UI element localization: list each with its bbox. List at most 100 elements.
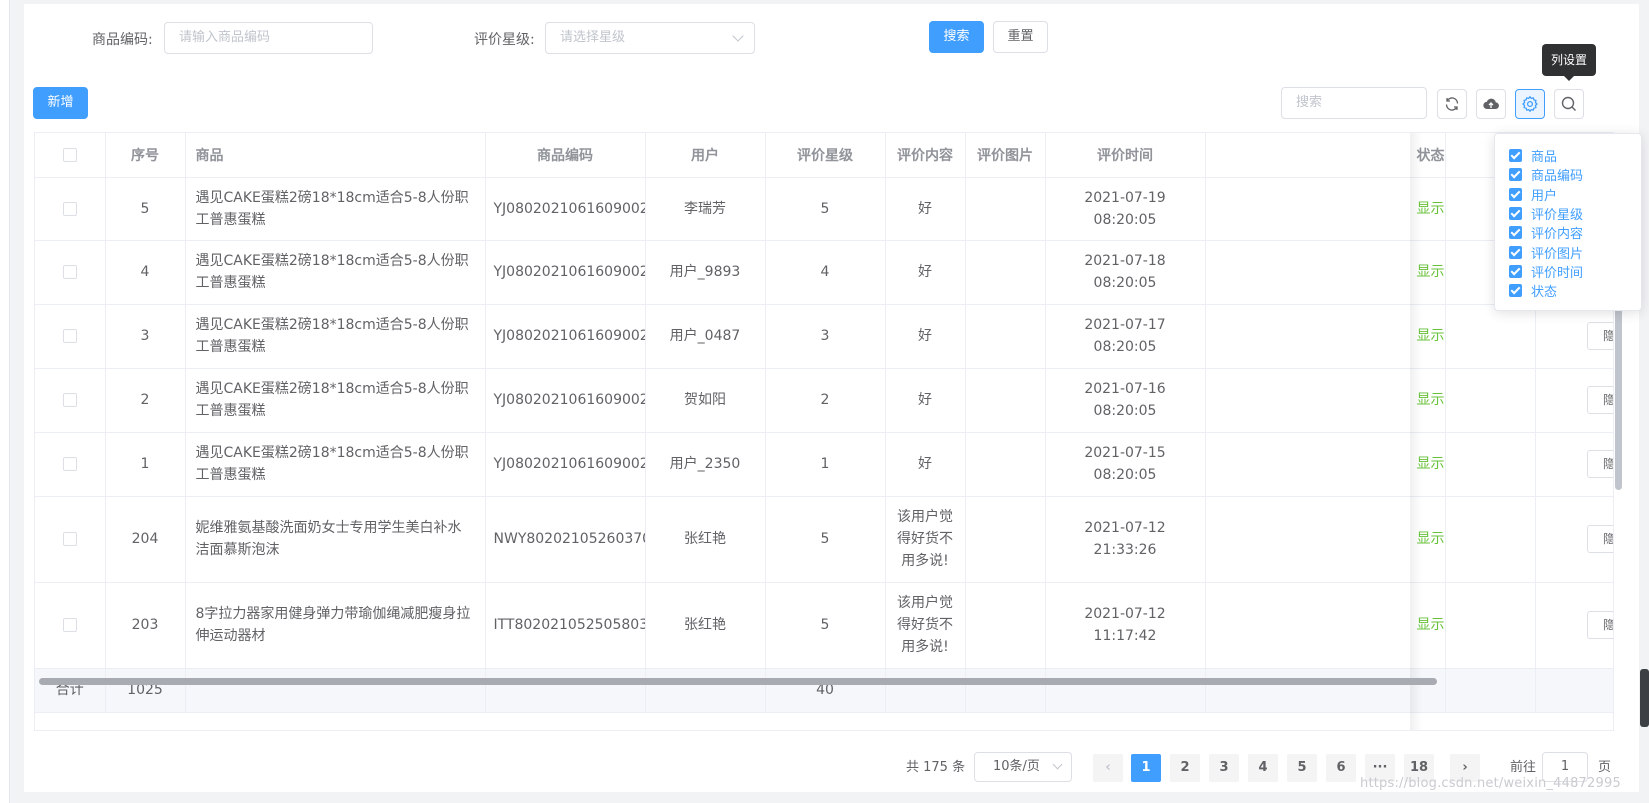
cell-product: 遇见CAKE蛋糕2磅18*18cm适合5-8人份职工普惠蛋糕: [185, 304, 486, 369]
add-button[interactable]: 新增: [33, 87, 88, 119]
cell-status: 显示: [1205, 240, 1446, 305]
left-strip: [0, 0, 10, 803]
row-select-cell[interactable]: [35, 177, 106, 241]
table-row[interactable]: 3 遇见CAKE蛋糕2磅18*18cm适合5-8人份职工普惠蛋糕 YJ0802021…: [35, 304, 1613, 369]
checkbox-checked-icon[interactable]: [1509, 168, 1522, 182]
cell-user: 张红艳: [645, 496, 766, 583]
table-row[interactable]: 204 妮维雅氨基酸洗面奶女士专用学生美白补水洁面慕斯泡沫 NWY802021052…: [35, 496, 1613, 583]
page-size-value: 10条/页: [993, 759, 1040, 774]
select-all-cell[interactable]: [35, 133, 106, 178]
column-toggle-item[interactable]: 评价内容: [1509, 223, 1641, 242]
row-select-cell[interactable]: [35, 304, 106, 369]
cell-user: 贺如阳: [645, 368, 766, 433]
cell-no: 203: [105, 582, 186, 669]
row-checkbox[interactable]: [62, 393, 77, 407]
cell-status: 显示: [1205, 432, 1446, 497]
summary-empty: [885, 668, 966, 713]
table-row[interactable]: 203 8字拉力器家用健身弹力带瑜伽绳减肥瘦身拉伸运动器材 ITT802021052…: [35, 582, 1613, 669]
row-select-cell[interactable]: [35, 496, 106, 583]
prev-page-button[interactable]: ‹: [1093, 754, 1123, 782]
row-select-cell[interactable]: [35, 582, 106, 669]
hide-button[interactable]: 隐藏: [1587, 525, 1613, 553]
rating-select[interactable]: 请选择星级: [545, 22, 755, 54]
data-table: 序号 商品 商品编码 用户 评价星级 评价内容 评价图片 评价时间 状态 5 遇见…: [34, 132, 1614, 731]
search-toggle-button[interactable]: [1554, 89, 1584, 119]
table-row[interactable]: 5 遇见CAKE蛋糕2磅18*18cm适合5-8人份职工普惠蛋糕 YJ0802021…: [35, 177, 1613, 241]
table-row[interactable]: 4 遇见CAKE蛋糕2磅18*18cm适合5-8人份职工普惠蛋糕 YJ0802021…: [35, 240, 1613, 305]
page-number-button[interactable]: 5: [1287, 754, 1317, 782]
column-toggle-item[interactable]: 用户: [1509, 185, 1641, 204]
horizontal-scrollbar[interactable]: [39, 678, 1437, 685]
cell-rating: 1: [765, 432, 886, 497]
cell-image: [965, 177, 1046, 241]
select-all-checkbox[interactable]: [62, 147, 77, 162]
table-search-input[interactable]: 搜索: [1281, 87, 1427, 119]
row-checkbox[interactable]: [62, 265, 77, 279]
summary-empty: [1445, 668, 1536, 713]
cell-code: ITT802021052505803: [485, 582, 646, 669]
cell-rating: 5: [765, 177, 886, 241]
refresh-button[interactable]: [1437, 89, 1467, 119]
cell-blank: [1445, 582, 1536, 669]
cell-action: 隐藏: [1535, 304, 1613, 369]
checkbox-checked-icon[interactable]: [1509, 207, 1522, 221]
column-settings-button[interactable]: [1515, 89, 1545, 119]
page-size-select[interactable]: 10条/页: [974, 752, 1072, 782]
column-toggle-item[interactable]: 商品: [1509, 146, 1641, 165]
checkbox-checked-icon[interactable]: [1509, 245, 1522, 259]
table-row[interactable]: 1 遇见CAKE蛋糕2磅18*18cm适合5-8人份职工普惠蛋糕 YJ0802021…: [35, 432, 1613, 497]
export-button[interactable]: [1476, 89, 1506, 119]
cell-user: 李瑞芳: [645, 177, 766, 241]
page-number-button[interactable]: 6: [1326, 754, 1356, 782]
checkbox-checked-icon[interactable]: [1509, 149, 1522, 163]
row-checkbox[interactable]: [62, 532, 77, 546]
cell-content: 好: [885, 304, 966, 369]
header-time: 评价时间: [1045, 133, 1206, 178]
cell-time: 2021-07-15 08:20:05: [1045, 432, 1206, 497]
cell-blank: [1445, 304, 1536, 369]
hide-button[interactable]: 隐藏: [1587, 386, 1613, 414]
row-select-cell[interactable]: [35, 240, 106, 305]
cell-rating: 2: [765, 368, 886, 433]
row-checkbox[interactable]: [62, 329, 77, 343]
hide-button[interactable]: 隐藏: [1587, 611, 1613, 639]
checkbox-checked-icon[interactable]: [1509, 264, 1522, 278]
summary-empty: [1205, 668, 1446, 713]
cell-status: 显示: [1205, 368, 1446, 433]
cell-no: 4: [105, 240, 186, 305]
hide-button[interactable]: 隐藏: [1587, 322, 1613, 350]
code-input[interactable]: 请输入商品编码: [164, 22, 373, 54]
page-number-button[interactable]: 1: [1131, 754, 1161, 782]
page-number-button[interactable]: 3: [1209, 754, 1239, 782]
cell-content: 好: [885, 432, 966, 497]
reset-button[interactable]: 重置: [993, 21, 1048, 53]
cell-status: 显示: [1205, 582, 1446, 669]
column-toggle-item[interactable]: 评价图片: [1509, 242, 1641, 262]
column-toggle-item[interactable]: 评价星级: [1509, 204, 1641, 223]
row-checkbox[interactable]: [62, 457, 77, 471]
summary-row: 合计 1025 40: [35, 668, 1613, 713]
row-select-cell[interactable]: [35, 432, 106, 497]
page-number-button[interactable]: 2: [1170, 754, 1200, 782]
checkbox-checked-icon[interactable]: [1509, 226, 1522, 240]
checkbox-checked-icon[interactable]: [1509, 187, 1522, 201]
cell-user: 用户_9893: [645, 240, 766, 305]
row-checkbox[interactable]: [62, 201, 77, 216]
checkbox-checked-icon[interactable]: [1509, 284, 1522, 298]
row-select-cell[interactable]: [35, 368, 106, 433]
column-toggle-item[interactable]: 评价时间: [1509, 262, 1641, 281]
column-toggle-item[interactable]: 商品编码: [1509, 165, 1641, 184]
search-button[interactable]: 搜索: [929, 21, 984, 53]
chevron-down-icon: [1052, 759, 1063, 770]
column-toggle-item[interactable]: 状态: [1509, 281, 1641, 300]
page-number-button[interactable]: 4: [1248, 754, 1278, 782]
hide-button[interactable]: 隐藏: [1587, 450, 1613, 478]
row-checkbox[interactable]: [62, 618, 77, 632]
cell-code: YJ0802021061609002: [485, 240, 646, 305]
cell-no: 5: [105, 177, 186, 241]
table-row[interactable]: 2 遇见CAKE蛋糕2磅18*18cm适合5-8人份职工普惠蛋糕 YJ0802021…: [35, 368, 1613, 433]
cell-action: 隐藏: [1535, 432, 1613, 497]
summary-label: 合计: [35, 668, 106, 713]
summary-empty: [1535, 668, 1613, 713]
summary-empty: [965, 668, 1046, 713]
